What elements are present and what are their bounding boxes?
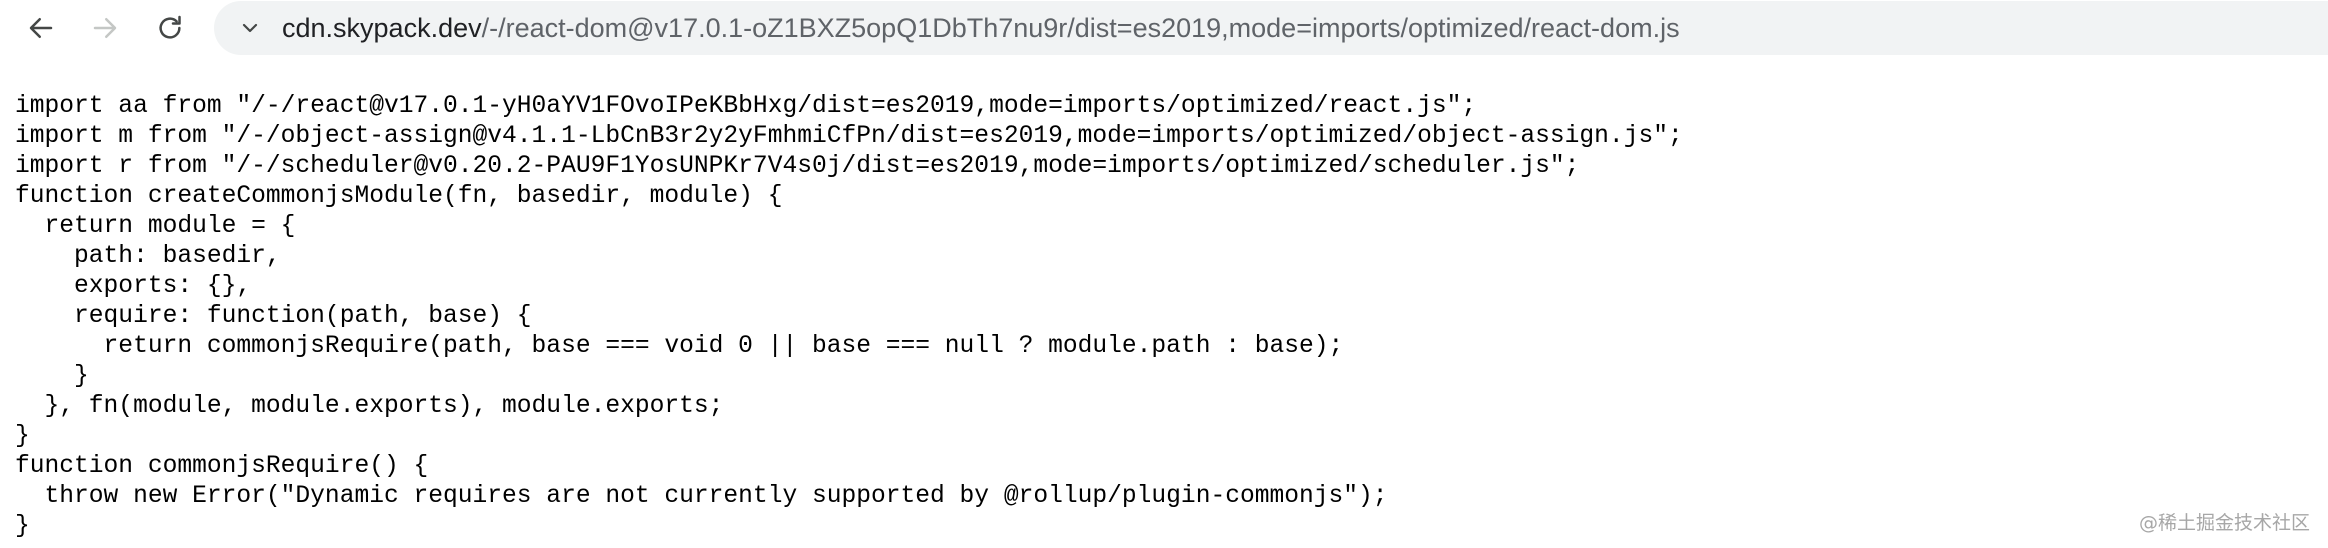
source-code: import aa from "/-/react@v17.0.1-yH0aYV1… xyxy=(15,92,1683,542)
code-line: return commonjsRequire(path, base === vo… xyxy=(15,333,1344,360)
url-host: cdn.skypack.dev xyxy=(282,13,482,43)
code-line: } xyxy=(15,363,89,390)
reload-icon xyxy=(159,15,181,39)
code-line: exports: {}, xyxy=(15,273,252,300)
code-line: return module = { xyxy=(15,213,296,240)
url-path: /-/react-dom@v17.0.1-oZ1BXZ5opQ1DbTh7nu9… xyxy=(481,13,1680,43)
reload-button[interactable] xyxy=(148,6,192,50)
arrow-right-icon xyxy=(93,18,117,38)
url-text[interactable]: cdn.skypack.dev/-/react-dom@v17.0.1-oZ1B… xyxy=(282,1,1680,55)
code-line: path: basedir, xyxy=(15,243,281,270)
code-line: import m from "/-/object-assign@v4.1.1-L… xyxy=(15,123,1683,150)
watermark: @稀土掘金技术社区 xyxy=(2138,512,2310,534)
code-line: function createCommonjsModule(fn, basedi… xyxy=(15,183,783,210)
code-line: } xyxy=(15,513,30,540)
code-line: import r from "/-/scheduler@v0.20.2-PAU9… xyxy=(15,153,1580,180)
address-bar[interactable]: cdn.skypack.dev/-/react-dom@v17.0.1-oZ1B… xyxy=(214,1,2328,55)
back-button[interactable] xyxy=(19,6,63,50)
code-line: require: function(path, base) { xyxy=(15,303,532,330)
code-line: throw new Error("Dynamic requires are no… xyxy=(15,483,1388,510)
chevron-down-icon xyxy=(242,23,258,33)
code-line: function commonjsRequire() { xyxy=(15,453,429,480)
code-line: }, fn(module, module.exports), module.ex… xyxy=(15,393,724,420)
forward-button[interactable] xyxy=(83,6,127,50)
code-line: } xyxy=(15,423,30,450)
arrow-left-icon xyxy=(29,18,53,38)
code-line: import aa from "/-/react@v17.0.1-yH0aYV1… xyxy=(15,93,1477,120)
site-info-button[interactable] xyxy=(236,14,264,42)
browser-toolbar: cdn.skypack.dev/-/react-dom@v17.0.1-oZ1B… xyxy=(0,0,2328,56)
